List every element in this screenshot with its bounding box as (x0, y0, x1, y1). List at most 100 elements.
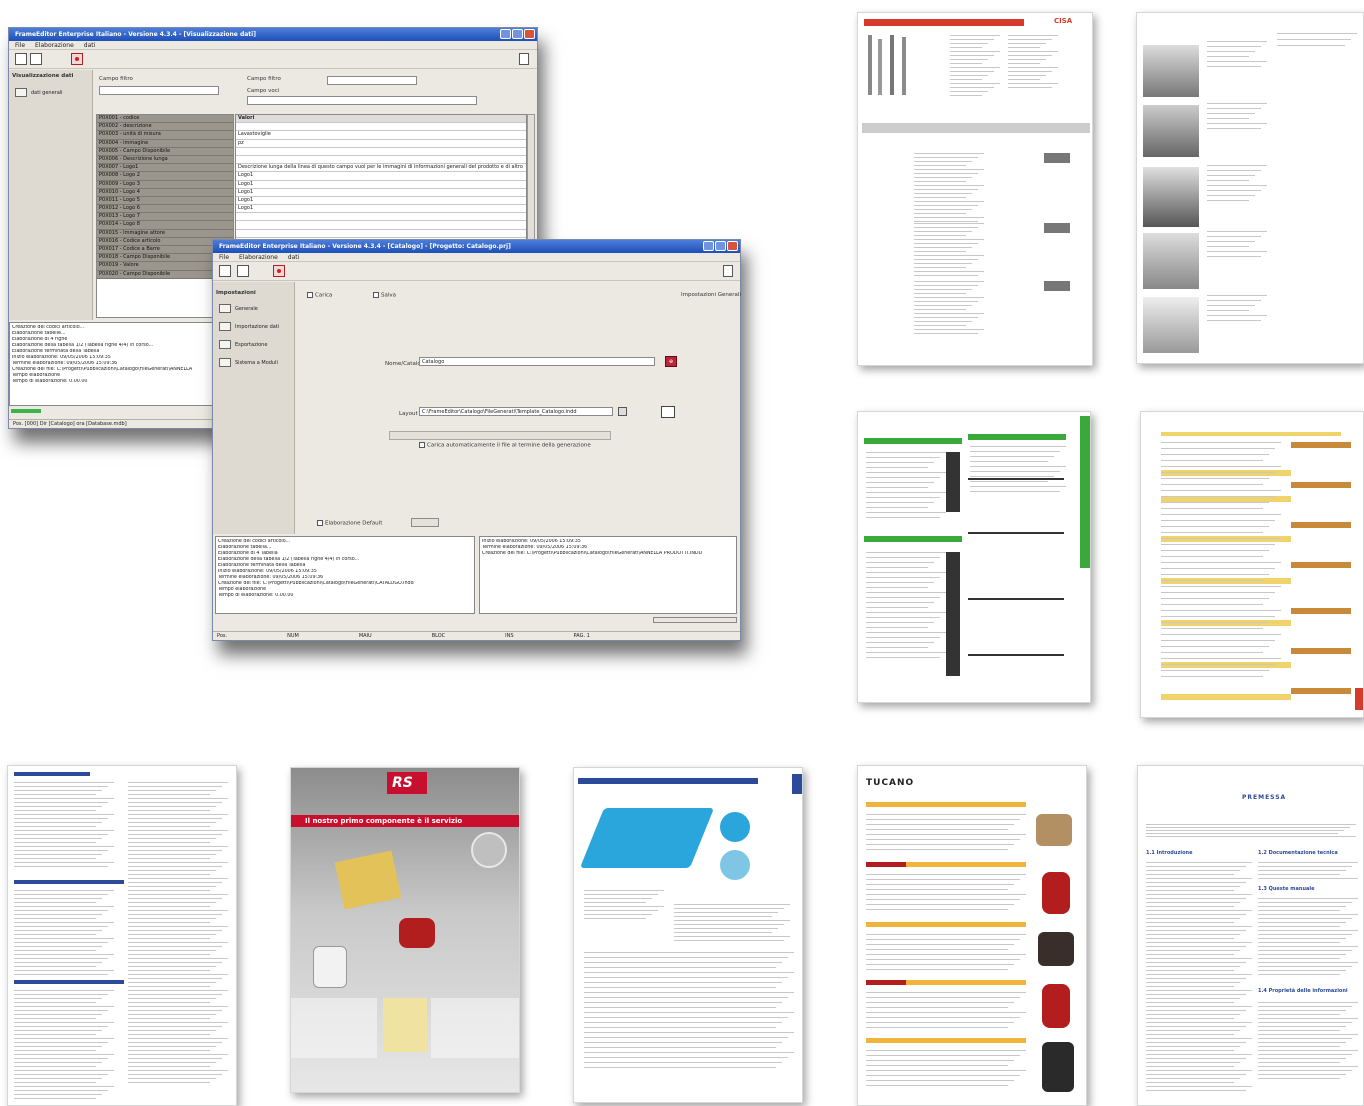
field-name-row[interactable]: P0X007 - Logo1 (97, 164, 233, 173)
field-value-row[interactable] (236, 156, 526, 165)
text-line (14, 1090, 108, 1091)
filter-input[interactable] (99, 86, 219, 95)
minimize-icon[interactable] (500, 29, 511, 39)
close-icon[interactable] (524, 29, 535, 39)
text-line (128, 946, 222, 947)
field-value-row[interactable]: Lavastoviglie (236, 131, 526, 140)
text-line (1258, 862, 1358, 863)
menu-elaborazione[interactable]: Elaborazione (35, 41, 74, 49)
record-icon[interactable] (71, 53, 83, 65)
field-value-row[interactable]: Logo1 (236, 205, 526, 214)
field-value-row[interactable]: Logo1 (236, 189, 526, 197)
field-name-row[interactable]: P0X014 - Logo 8 (97, 221, 233, 230)
close-icon[interactable] (727, 241, 738, 251)
tab-salva[interactable]: Salva (373, 292, 396, 299)
text-line (1161, 652, 1263, 653)
text-line (866, 1050, 1026, 1051)
text-line (14, 918, 96, 919)
field-name-row[interactable]: P0X011 - Logo 5 (97, 196, 233, 206)
text-line (14, 906, 114, 907)
field-value-row[interactable]: Descrizione lunga della linea di questo … (236, 164, 526, 173)
browse-button[interactable]: ⊕ (665, 356, 677, 367)
menu-dati[interactable]: dati (84, 41, 96, 49)
nav-title: Visualizzazione dati (12, 73, 74, 79)
view-icon[interactable] (219, 265, 231, 277)
filter-select[interactable] (327, 76, 417, 85)
field-value-row[interactable]: pz (236, 140, 526, 148)
field-name-row[interactable]: P0X015 - Immagine attore (97, 229, 233, 238)
text-line (14, 814, 114, 815)
field-value-row[interactable] (236, 230, 526, 238)
menu-elaborazione[interactable]: Elaborazione (239, 253, 278, 261)
maximize-icon[interactable] (512, 29, 523, 39)
auto-load-checkbox[interactable]: Carica automaticamente il file al termin… (419, 442, 591, 449)
status-cell: MAIU (358, 633, 372, 639)
field-name-row[interactable]: P0X009 - Logo 3 (97, 180, 233, 189)
text-line (128, 1026, 222, 1027)
maximize-icon[interactable] (715, 241, 726, 251)
text-line (584, 1037, 788, 1038)
field-name-row[interactable]: P0X003 - unità di misura (97, 131, 233, 140)
table-band (866, 980, 906, 985)
text-line (914, 267, 966, 268)
record-icon[interactable] (273, 265, 285, 277)
field-value-row[interactable] (236, 221, 526, 230)
text-line (1258, 958, 1340, 959)
text-line (584, 894, 658, 895)
menu-dati[interactable]: dati (288, 253, 300, 261)
text-line (1146, 1030, 1240, 1031)
minimize-icon[interactable] (703, 241, 714, 251)
text-line (1258, 954, 1346, 955)
field-value-row[interactable]: Logo1 (236, 172, 526, 181)
table-band (968, 532, 1064, 534)
field-name-row[interactable]: P0X012 - Logo 6 (97, 205, 233, 214)
page-icon[interactable] (237, 265, 249, 277)
text-line (866, 627, 928, 628)
field-name-row[interactable]: P0X013 - Logo 7 (97, 213, 233, 222)
search-input[interactable] (247, 96, 477, 105)
text-line (584, 997, 788, 998)
text-line (128, 994, 222, 995)
title-bar[interactable]: FrameEditor Enterprise Italiano - Versio… (213, 240, 740, 253)
options-icon[interactable] (723, 265, 733, 277)
folder-icon[interactable] (618, 407, 627, 416)
text-line (1161, 670, 1269, 671)
field-name-row[interactable]: P0X006 - Descrizione lunga (97, 155, 233, 165)
text-line (128, 806, 216, 807)
nav-item-dati-generali[interactable]: dati generali (15, 88, 63, 97)
catalog-name-input[interactable]: Catalogo (419, 357, 655, 366)
nav-item-moduli[interactable]: Sistema a Moduli (219, 358, 278, 367)
menu-file[interactable]: File (219, 253, 229, 261)
field-name-row[interactable]: P0X001 - codice (97, 115, 233, 124)
field-value-row[interactable] (236, 213, 526, 222)
table-band (1161, 578, 1291, 584)
field-value-row[interactable]: Logo1 (236, 197, 526, 206)
text-line (14, 1046, 102, 1047)
nav-item-importazione[interactable]: Importazione dati (219, 322, 279, 331)
default-checkbox[interactable]: Elaborazione Default (317, 520, 382, 527)
nav-item-generale[interactable]: Generale (219, 304, 258, 313)
field-value-row[interactable]: Logo1 (236, 181, 526, 189)
field-value-row[interactable] (236, 123, 526, 132)
checkbox-label: Elaborazione Default (325, 520, 383, 527)
field-name-row[interactable]: P0X004 - immagine (97, 139, 233, 148)
field-name-row[interactable]: P0X005 - Campo Disponibile (97, 147, 233, 156)
nav-item-esportazione[interactable]: Esportazione (219, 340, 267, 349)
view-icon[interactable] (15, 53, 27, 65)
text-line (14, 1038, 114, 1039)
open-file-icon[interactable] (661, 406, 675, 418)
label-campo-filtro: Campo filtro (99, 76, 133, 82)
field-value-row[interactable] (236, 148, 526, 156)
field-name-row[interactable]: P0X010 - Logo 4 (97, 188, 233, 197)
layout-path-input[interactable]: C:\FrameEditor\Catalogo\FileGenerati\Tem… (419, 407, 613, 416)
tab-carica[interactable]: Carica (307, 292, 332, 299)
options-icon[interactable] (519, 53, 529, 65)
title-bar[interactable]: FrameEditor Enterprise Italiano - Versio… (9, 28, 537, 41)
field-name-row[interactable]: P0X002 - descrizione (97, 123, 233, 132)
text-line (914, 173, 978, 174)
text-line (1207, 256, 1261, 257)
field-name-row[interactable]: P0X008 - Logo 2 (97, 172, 233, 181)
menu-file[interactable]: File (15, 41, 25, 49)
page-icon[interactable] (30, 53, 42, 65)
default-value-input[interactable] (411, 518, 439, 527)
